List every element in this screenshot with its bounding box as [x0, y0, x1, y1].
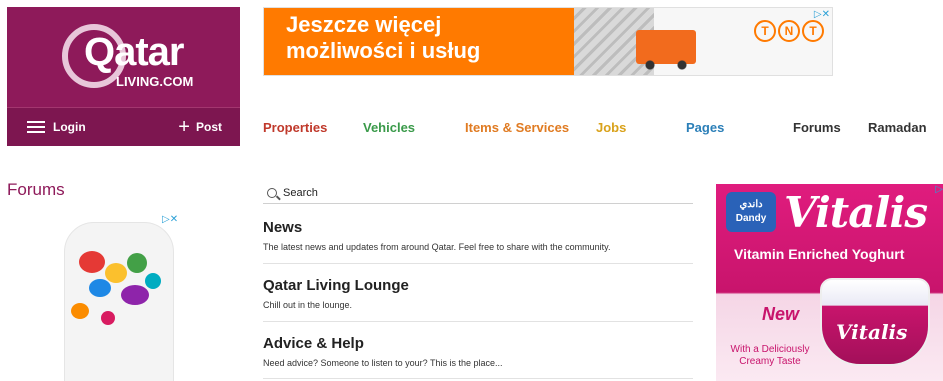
nav-item-jobs[interactable]: Jobs — [596, 120, 626, 135]
list-item[interactable]: Advice & Help Need advice? Someone to li… — [263, 335, 693, 379]
new-badge: New — [762, 304, 800, 324]
ad-headline: Jeszcze więcej możliwości i usług — [286, 12, 480, 64]
nav-item-forums[interactable]: Forums — [793, 120, 841, 135]
shirt-image — [64, 222, 174, 381]
ad-tagline: Vitamin Enriched Yoghurt — [734, 246, 905, 262]
ad-product-name: Vitalis — [784, 188, 928, 237]
hamburger-menu-icon — [27, 121, 45, 133]
nav-item-items-services[interactable]: Items & Services — [465, 120, 569, 135]
login-button[interactable]: Login — [27, 120, 86, 134]
dandy-logo-arabic: داندي — [739, 199, 763, 210]
adchoices-icon[interactable]: ▷✕ — [162, 214, 178, 225]
tnt-logo: T N T — [754, 20, 824, 42]
post-button[interactable]: + Post — [178, 117, 222, 137]
plus-icon: + — [178, 116, 190, 138]
logo-text: Qatar — [84, 30, 184, 74]
dandy-logo-english: Dandy — [735, 213, 767, 224]
account-bar: Login + Post — [7, 107, 240, 146]
forum-title[interactable]: News — [263, 219, 693, 236]
login-label: Login — [53, 120, 86, 134]
post-label: Post — [195, 120, 222, 134]
forum-description: Chill out in the lounge. — [263, 300, 353, 310]
yoghurt-cup-image: Vitalis — [820, 278, 930, 366]
left-sidebar-ad[interactable]: ▷✕ — [60, 214, 188, 381]
ad-orange-panel: Jeszcze więcej możliwości i usług — [264, 8, 574, 75]
tnt-letter: T — [802, 20, 824, 42]
ad-headline-line1: Jeszcze więcej — [286, 12, 442, 37]
nav-item-properties[interactable]: Properties — [263, 120, 327, 135]
taste-line2: Creamy Taste — [739, 356, 801, 367]
ad-headline-line2: możliwości i usług — [286, 38, 481, 63]
search-icon — [267, 187, 277, 198]
nav-item-vehicles[interactable]: Vehicles — [363, 120, 415, 135]
search-placeholder: Search — [283, 186, 318, 199]
forum-description: Need advice? Someone to listen to your? … — [263, 358, 503, 368]
page-title: Forums — [7, 180, 65, 199]
right-sidebar-ad[interactable]: داندي Dandy Vitalis Vitamin Enriched Yog… — [716, 184, 943, 381]
forum-title[interactable]: Qatar Living Lounge — [263, 277, 693, 294]
list-item[interactable]: News The latest news and updates from ar… — [263, 219, 693, 264]
forum-title[interactable]: Advice & Help — [263, 335, 693, 352]
forum-search[interactable]: Search — [263, 182, 693, 204]
nav-item-pages[interactable]: Pages — [686, 120, 724, 135]
site-logo[interactable]: Qatar LIVING.COM — [62, 24, 222, 96]
truck-icon — [636, 30, 696, 70]
top-banner-ad[interactable]: Jeszcze więcej możliwości i usług T N T … — [263, 7, 833, 76]
ad-taste-text: With a Deliciously Creamy Taste — [722, 344, 818, 368]
cup-label: Vitalis — [836, 320, 908, 344]
tnt-letter: T — [754, 20, 776, 42]
list-item[interactable]: Qatar Living Lounge Chill out in the lou… — [263, 277, 693, 322]
nav-item-ramadan[interactable]: Ramadan — [868, 120, 927, 135]
forum-description: The latest news and updates from around … — [263, 242, 611, 252]
site-header-brand: Qatar LIVING.COM Login + Post — [7, 7, 240, 146]
logo-subtext: LIVING.COM — [116, 74, 194, 89]
main-nav: Properties Vehicles Items & Services Job… — [263, 110, 933, 144]
adchoices-icon[interactable]: ▷ — [935, 184, 943, 195]
tnt-letter: N — [778, 20, 800, 42]
taste-line1: With a Deliciously — [730, 344, 810, 355]
adchoices-icon[interactable]: ▷✕ — [814, 9, 830, 20]
dandy-logo: داندي Dandy — [726, 192, 776, 232]
